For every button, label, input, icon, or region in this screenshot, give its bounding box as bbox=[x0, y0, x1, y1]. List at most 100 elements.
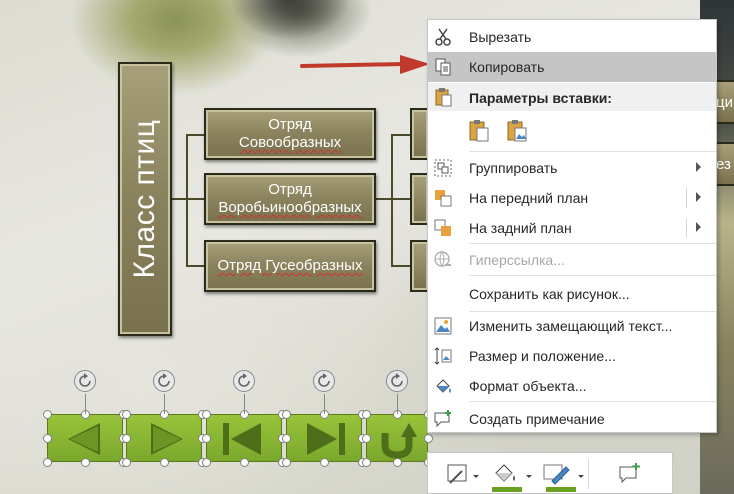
nav-button-return[interactable] bbox=[366, 414, 428, 462]
resize-handle[interactable] bbox=[201, 409, 211, 419]
chevron-down-icon[interactable] bbox=[473, 475, 479, 478]
chevron-down-icon[interactable] bbox=[526, 475, 532, 478]
resize-handle[interactable] bbox=[42, 457, 52, 467]
menu-label: Сохранить как рисунок... bbox=[469, 286, 630, 302]
menu-separator bbox=[469, 275, 716, 276]
outline-pen-icon[interactable] bbox=[540, 461, 580, 489]
clipboard-icon bbox=[435, 88, 452, 107]
nav-button-last[interactable] bbox=[286, 414, 362, 462]
split-divider bbox=[686, 218, 687, 238]
resize-handle[interactable] bbox=[201, 457, 211, 467]
resize-handle[interactable] bbox=[201, 433, 211, 443]
resize-handle[interactable] bbox=[42, 433, 52, 443]
menu-item-copy[interactable]: Копировать bbox=[428, 52, 716, 82]
submenu-arrow-icon[interactable] bbox=[696, 222, 701, 232]
alt-text-icon bbox=[434, 317, 452, 335]
resize-handle[interactable] bbox=[121, 409, 131, 419]
resize-handle[interactable] bbox=[361, 457, 371, 467]
rotate-handle-icon[interactable] bbox=[233, 370, 255, 392]
smartart-child-label: Совообразных bbox=[238, 134, 342, 151]
resize-handle[interactable] bbox=[80, 457, 90, 467]
menu-label: Формат объекта... bbox=[469, 378, 587, 394]
connector-line bbox=[186, 265, 204, 267]
connector-line bbox=[186, 134, 204, 136]
resize-handle[interactable] bbox=[121, 457, 131, 467]
nav-button-first[interactable] bbox=[206, 414, 282, 462]
smartart-child-label: Отряд bbox=[268, 116, 312, 133]
resize-handle[interactable] bbox=[281, 457, 291, 467]
menu-label: Вырезать bbox=[469, 29, 532, 45]
send-backward-icon bbox=[434, 219, 451, 236]
annotation-arrow-icon bbox=[300, 55, 430, 74]
first-slide-icon bbox=[223, 423, 261, 455]
submenu-arrow-icon[interactable] bbox=[696, 192, 701, 202]
resize-handle[interactable] bbox=[361, 433, 371, 443]
group-icon bbox=[434, 159, 452, 177]
fill-color-swatch bbox=[492, 487, 522, 492]
smartart-root-label: Класс птиц bbox=[128, 119, 161, 279]
smartart-child-box[interactable]: Отряд Гусеобразных bbox=[204, 240, 376, 292]
outline-color-swatch bbox=[546, 487, 576, 492]
resize-handle[interactable] bbox=[392, 457, 402, 467]
connector-line bbox=[376, 198, 392, 200]
resize-handle[interactable] bbox=[42, 409, 52, 419]
resize-handle[interactable] bbox=[159, 457, 169, 467]
menu-item-edit-alt-text[interactable]: Изменить замещающий текст... bbox=[428, 311, 716, 341]
resize-handle[interactable] bbox=[121, 433, 131, 443]
menu-item-send-backward[interactable]: На задний план bbox=[428, 213, 716, 243]
menu-item-hyperlink: Гиперссылка... bbox=[428, 245, 716, 275]
rotate-handle-icon[interactable] bbox=[153, 370, 175, 392]
connector-line bbox=[391, 134, 410, 136]
copy-icon bbox=[435, 58, 451, 76]
toolbar-separator bbox=[588, 459, 589, 489]
mini-toolbar bbox=[427, 452, 673, 494]
nav-button-next[interactable] bbox=[126, 414, 202, 462]
menu-item-bring-forward[interactable]: На передний план bbox=[428, 183, 716, 213]
connector-line bbox=[391, 198, 410, 200]
paint-bucket-icon bbox=[436, 379, 451, 393]
rotation-connector bbox=[324, 394, 325, 414]
resize-handle[interactable] bbox=[361, 409, 371, 419]
split-divider bbox=[686, 188, 687, 208]
globe-link-icon bbox=[434, 251, 451, 267]
menu-label: Гиперссылка... bbox=[469, 252, 565, 268]
connector-line bbox=[391, 265, 410, 267]
resize-handle[interactable] bbox=[239, 457, 249, 467]
context-menu: Вырезать Копировать Параметры вставки: Г… bbox=[427, 19, 717, 433]
menu-label: Изменить замещающий текст... bbox=[469, 318, 673, 334]
resize-handle[interactable] bbox=[281, 433, 291, 443]
new-comment-icon[interactable] bbox=[614, 461, 654, 489]
rotate-handle-icon[interactable] bbox=[74, 370, 96, 392]
bring-forward-icon bbox=[435, 190, 452, 207]
rotation-connector bbox=[244, 394, 245, 414]
paste-options-header: Параметры вставки: bbox=[428, 83, 716, 111]
smartart-child-box[interactable]: Отряд Совообразных bbox=[204, 108, 376, 160]
paste-options-label: Параметры вставки: bbox=[469, 90, 612, 106]
menu-item-save-as-picture[interactable]: Сохранить как рисунок... bbox=[428, 279, 716, 309]
menu-item-new-comment[interactable]: Создать примечание bbox=[428, 404, 716, 434]
menu-item-size-position[interactable]: Размер и положение... bbox=[428, 341, 716, 371]
smartart-child-box[interactable]: Отряд Воробьинообразных bbox=[204, 173, 376, 225]
menu-label: На передний план bbox=[469, 190, 589, 206]
previous-arrow-icon bbox=[68, 423, 100, 455]
resize-handle[interactable] bbox=[281, 409, 291, 419]
comment-icon bbox=[434, 410, 451, 428]
submenu-arrow-icon bbox=[696, 162, 701, 172]
resize-handle[interactable] bbox=[319, 457, 329, 467]
menu-separator bbox=[469, 151, 716, 152]
paste-as-picture-icon[interactable] bbox=[504, 118, 530, 144]
menu-item-cut[interactable]: Вырезать bbox=[428, 22, 716, 52]
fill-color-icon[interactable] bbox=[486, 461, 526, 489]
rotate-handle-icon[interactable] bbox=[386, 370, 408, 392]
nav-button-previous[interactable] bbox=[47, 414, 123, 462]
menu-item-format-object[interactable]: Формат объекта... bbox=[428, 371, 716, 401]
return-icon bbox=[381, 423, 417, 459]
paste-keep-formatting-icon[interactable] bbox=[466, 118, 492, 144]
scissors-icon bbox=[435, 28, 451, 46]
menu-item-group[interactable]: Группировать bbox=[428, 153, 716, 183]
chevron-down-icon[interactable] bbox=[578, 475, 584, 478]
smartart-root-box[interactable]: Класс птиц bbox=[118, 62, 172, 336]
menu-label: Создать примечание bbox=[469, 411, 605, 427]
rotate-handle-icon[interactable] bbox=[313, 370, 335, 392]
resize-handle[interactable] bbox=[423, 433, 433, 443]
